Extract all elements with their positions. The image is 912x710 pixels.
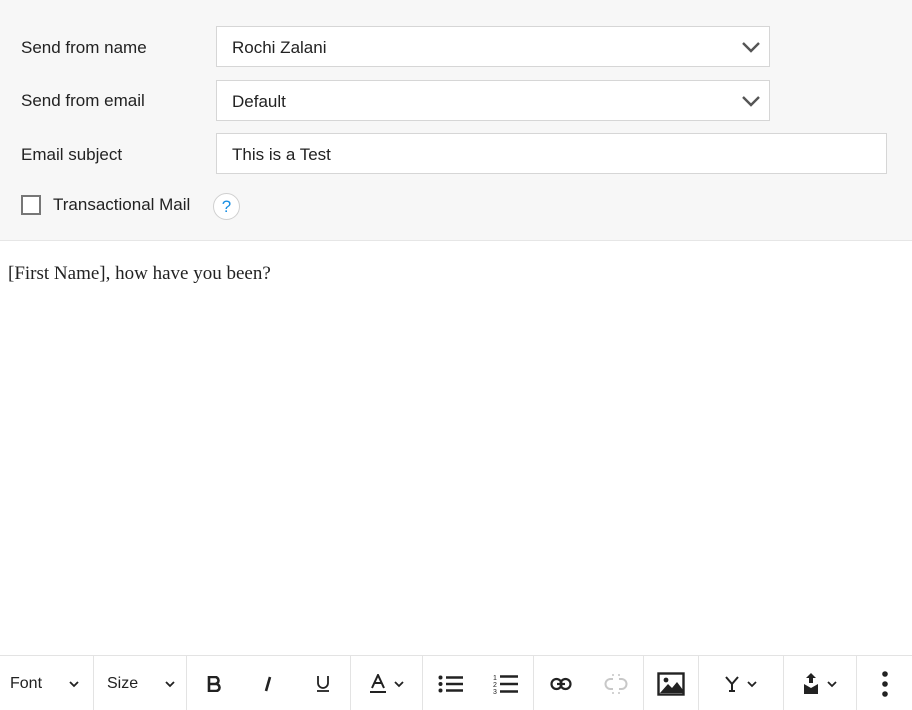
- numbered-list-icon: 123: [493, 675, 518, 695]
- bullet-list-icon: [438, 675, 463, 692]
- transactional-mail-label[interactable]: Transactional Mail: [53, 195, 190, 215]
- size-dropdown-label: Size: [107, 674, 139, 692]
- merge-tag-icon: [725, 675, 739, 692]
- insert-icon: [804, 672, 818, 694]
- italic-button[interactable]: [241, 656, 295, 710]
- help-icon[interactable]: ?: [213, 193, 240, 220]
- insert-content-button[interactable]: [783, 656, 856, 710]
- text-color-icon: [369, 673, 386, 693]
- chevron-down-icon: [827, 680, 837, 687]
- formatting-toolbar: Font Size 123: [0, 655, 912, 710]
- text-color-button[interactable]: [350, 656, 422, 710]
- underline-button[interactable]: [295, 656, 350, 710]
- more-options-button[interactable]: [856, 656, 912, 710]
- underline-icon: [316, 675, 329, 692]
- link-icon: [550, 677, 572, 690]
- font-dropdown-label: Font: [10, 674, 43, 692]
- svg-text:1: 1: [493, 675, 497, 682]
- send-from-name-label: Send from name: [21, 38, 147, 57]
- send-from-email-label: Send from email: [21, 91, 145, 110]
- chevron-down-icon: [165, 680, 175, 687]
- email-subject-label: Email subject: [21, 145, 123, 164]
- size-dropdown[interactable]: Size: [93, 656, 186, 710]
- italic-icon: [264, 676, 272, 691]
- image-icon: [657, 671, 685, 696]
- svg-text:3: 3: [493, 689, 497, 695]
- numbered-list-button[interactable]: 123: [478, 656, 533, 710]
- send-from-email-value: Default: [232, 92, 286, 111]
- email-body-text[interactable]: [First Name], how have you been?: [8, 263, 271, 285]
- more-icon: [881, 670, 888, 697]
- transactional-mail-checkbox[interactable]: [21, 195, 41, 215]
- font-dropdown[interactable]: Font: [0, 656, 93, 710]
- email-subject-value: This is a Test: [232, 145, 331, 164]
- bold-icon: [207, 675, 221, 692]
- merge-tag-button[interactable]: [698, 656, 783, 710]
- link-button[interactable]: [533, 656, 588, 710]
- bullet-list-button[interactable]: [422, 656, 478, 710]
- unlink-icon: [604, 673, 627, 694]
- chevron-down-icon: [742, 96, 760, 107]
- send-from-email-select[interactable]: Default: [216, 80, 770, 121]
- chevron-down-icon: [69, 680, 79, 687]
- chevron-down-icon: [393, 680, 404, 687]
- email-subject-input[interactable]: This is a Test: [216, 133, 887, 174]
- email-body-editor[interactable]: [First Name], how have you been?: [0, 242, 912, 655]
- bold-button[interactable]: [186, 656, 241, 710]
- email-settings-panel: Send from name Rochi Zalani Send from em…: [0, 0, 912, 241]
- send-from-name-value: Rochi Zalani: [232, 38, 327, 57]
- insert-image-button[interactable]: [643, 656, 698, 710]
- send-from-name-select[interactable]: Rochi Zalani: [216, 26, 770, 67]
- unlink-button[interactable]: [588, 656, 643, 710]
- svg-text:2: 2: [493, 682, 497, 689]
- chevron-down-icon: [747, 680, 757, 687]
- chevron-down-icon: [742, 42, 760, 53]
